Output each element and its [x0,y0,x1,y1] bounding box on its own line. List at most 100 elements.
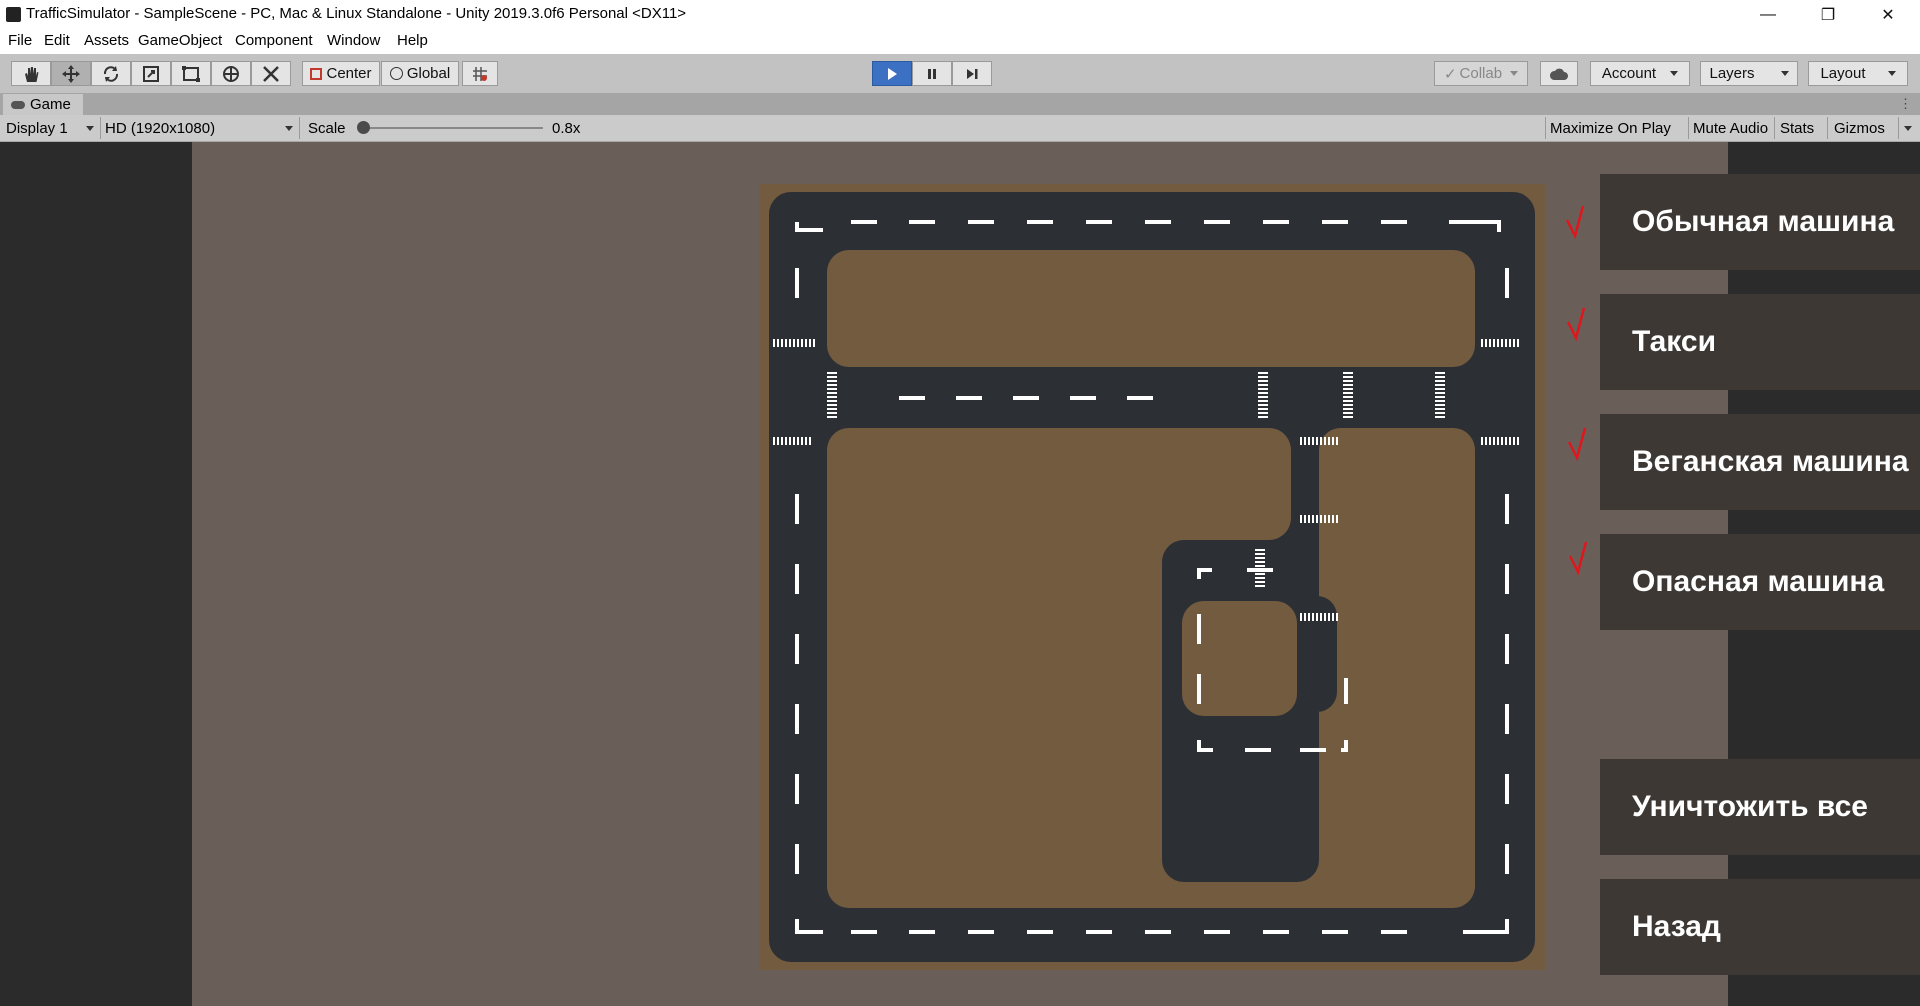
scale-slider-knob[interactable] [357,121,370,134]
chevron-down-icon [1510,71,1519,76]
step-button[interactable] [952,61,992,86]
pivot-center-icon [310,67,323,80]
separator [1827,117,1828,139]
menu-component[interactable]: Component [235,32,313,49]
rect-icon [182,65,200,82]
collab-dropdown[interactable]: ✓ Collab [1434,61,1528,86]
main-block [827,428,1475,908]
game-canvas[interactable]: Обычная машина Такси Веганская машина Оп… [192,142,1920,1006]
display-dropdown[interactable]: Display 1 [6,115,96,141]
transform-tool-button[interactable] [211,61,251,86]
panel-tab-strip: Game ⋮ [0,93,1920,115]
cloud-icon [1549,68,1568,80]
step-icon [967,68,978,79]
chevron-down-icon [1780,71,1789,76]
scale-tool-button[interactable] [131,61,171,86]
account-label: Account [1601,65,1657,82]
back-button[interactable]: Назад [1600,879,1920,975]
cloud-button[interactable] [1540,61,1578,86]
chevron-down-icon [86,126,94,131]
gamepad-icon [11,100,25,109]
scale-label: Scale [308,119,346,137]
move-tool-button[interactable] [51,61,91,86]
spawn-dangerous-car-button[interactable]: Опасная машина [1600,534,1920,630]
spawn-taxi-button[interactable]: Такси [1600,294,1920,390]
main-toolbar: Center Global ✓ Collab Account Layers La… [0,54,1920,94]
menu-window[interactable]: Window [327,32,380,49]
custom-tool-button[interactable] [251,61,291,86]
window-title: TrafficSimulator - SampleScene - PC, Mac… [26,5,687,22]
top-block [827,250,1475,367]
resolution-label: HD (1920x1080) [105,119,216,137]
check-icon [1565,205,1585,240]
separator [100,117,101,139]
rotate-tool-button[interactable] [91,61,131,86]
menu-edit[interactable]: Edit [44,32,70,49]
tab-game[interactable]: Game [3,94,83,115]
rect-tool-button[interactable] [171,61,211,86]
account-dropdown[interactable]: Account [1590,61,1690,86]
mute-audio-toggle[interactable]: Mute Audio [1693,115,1768,141]
menu-gameobject[interactable]: GameObject [138,32,222,49]
tab-game-label: Game [30,96,71,113]
chevron-down-icon [1904,125,1912,131]
stats-toggle[interactable]: Stats [1780,115,1814,141]
display-label: Display 1 [6,119,68,137]
check-icon [1567,427,1587,462]
gizmos-dropdown[interactable] [1900,115,1920,141]
layers-dropdown[interactable]: Layers [1700,61,1798,86]
separator [1774,117,1775,139]
menu-file[interactable]: File [8,32,32,49]
scale-slider[interactable] [357,121,543,134]
grid-snap-button[interactable] [462,61,498,86]
hand-icon [25,66,39,82]
spawn-vegan-car-button[interactable]: Веганская машина [1600,414,1920,510]
gizmos-toggle[interactable]: Gizmos [1834,115,1885,141]
pivot-global-label: Global [406,65,451,82]
spawn-normal-car-button[interactable]: Обычная машина [1600,174,1920,270]
separator [299,117,300,139]
minimize-icon[interactable]: — [1740,0,1796,29]
play-button[interactable] [872,61,912,86]
rotate-icon [103,65,119,82]
panel-menu-icon[interactable]: ⋮ [1899,96,1912,112]
layout-label: Layout [1820,65,1866,82]
game-viewport[interactable]: Обычная машина Такси Веганская машина Оп… [0,142,1920,1006]
hand-tool-button[interactable] [11,61,51,86]
collab-label: Collab [1459,65,1503,82]
transform-icon [223,65,239,82]
globe-icon [389,67,403,80]
check-icon [1566,307,1586,342]
separator [1898,117,1899,139]
layers-label: Layers [1709,65,1755,82]
scale-icon [143,65,159,82]
pivot-global-button[interactable]: Global [381,61,459,86]
chevron-down-icon [285,126,293,131]
window-title-bar: TrafficSimulator - SampleScene - PC, Mac… [0,0,1920,29]
pause-icon [928,68,936,79]
destroy-all-button[interactable]: Уничтожить все [1600,759,1920,855]
pivot-center-button[interactable]: Center [302,61,380,86]
chevron-down-icon [1887,71,1896,76]
play-icon [888,67,897,80]
unity-logo-icon [6,7,21,22]
check-icon [1568,541,1588,576]
resolution-dropdown[interactable]: HD (1920x1080) [105,115,295,141]
chevron-down-icon [1670,71,1679,76]
scale-value: 0.8x [552,119,581,137]
check-marks [1565,205,1588,576]
menu-help[interactable]: Help [397,32,428,49]
layout-dropdown[interactable]: Layout [1808,61,1908,86]
separator [1545,117,1546,139]
game-view-toolbar: Display 1 HD (1920x1080) Scale 0.8x Maxi… [0,115,1920,142]
menu-bar: File Edit Assets GameObject Component Wi… [0,29,1920,54]
grid-snap-icon [473,66,487,81]
menu-assets[interactable]: Assets [84,32,129,49]
maximize-on-play-toggle[interactable]: Maximize On Play [1550,115,1671,141]
pivot-center-label: Center [326,65,372,82]
separator [1688,117,1689,139]
pause-button[interactable] [912,61,952,86]
close-icon[interactable]: ✕ [1860,0,1916,29]
restore-icon[interactable]: ❐ [1800,0,1856,29]
check-icon: ✓ [1443,65,1457,83]
